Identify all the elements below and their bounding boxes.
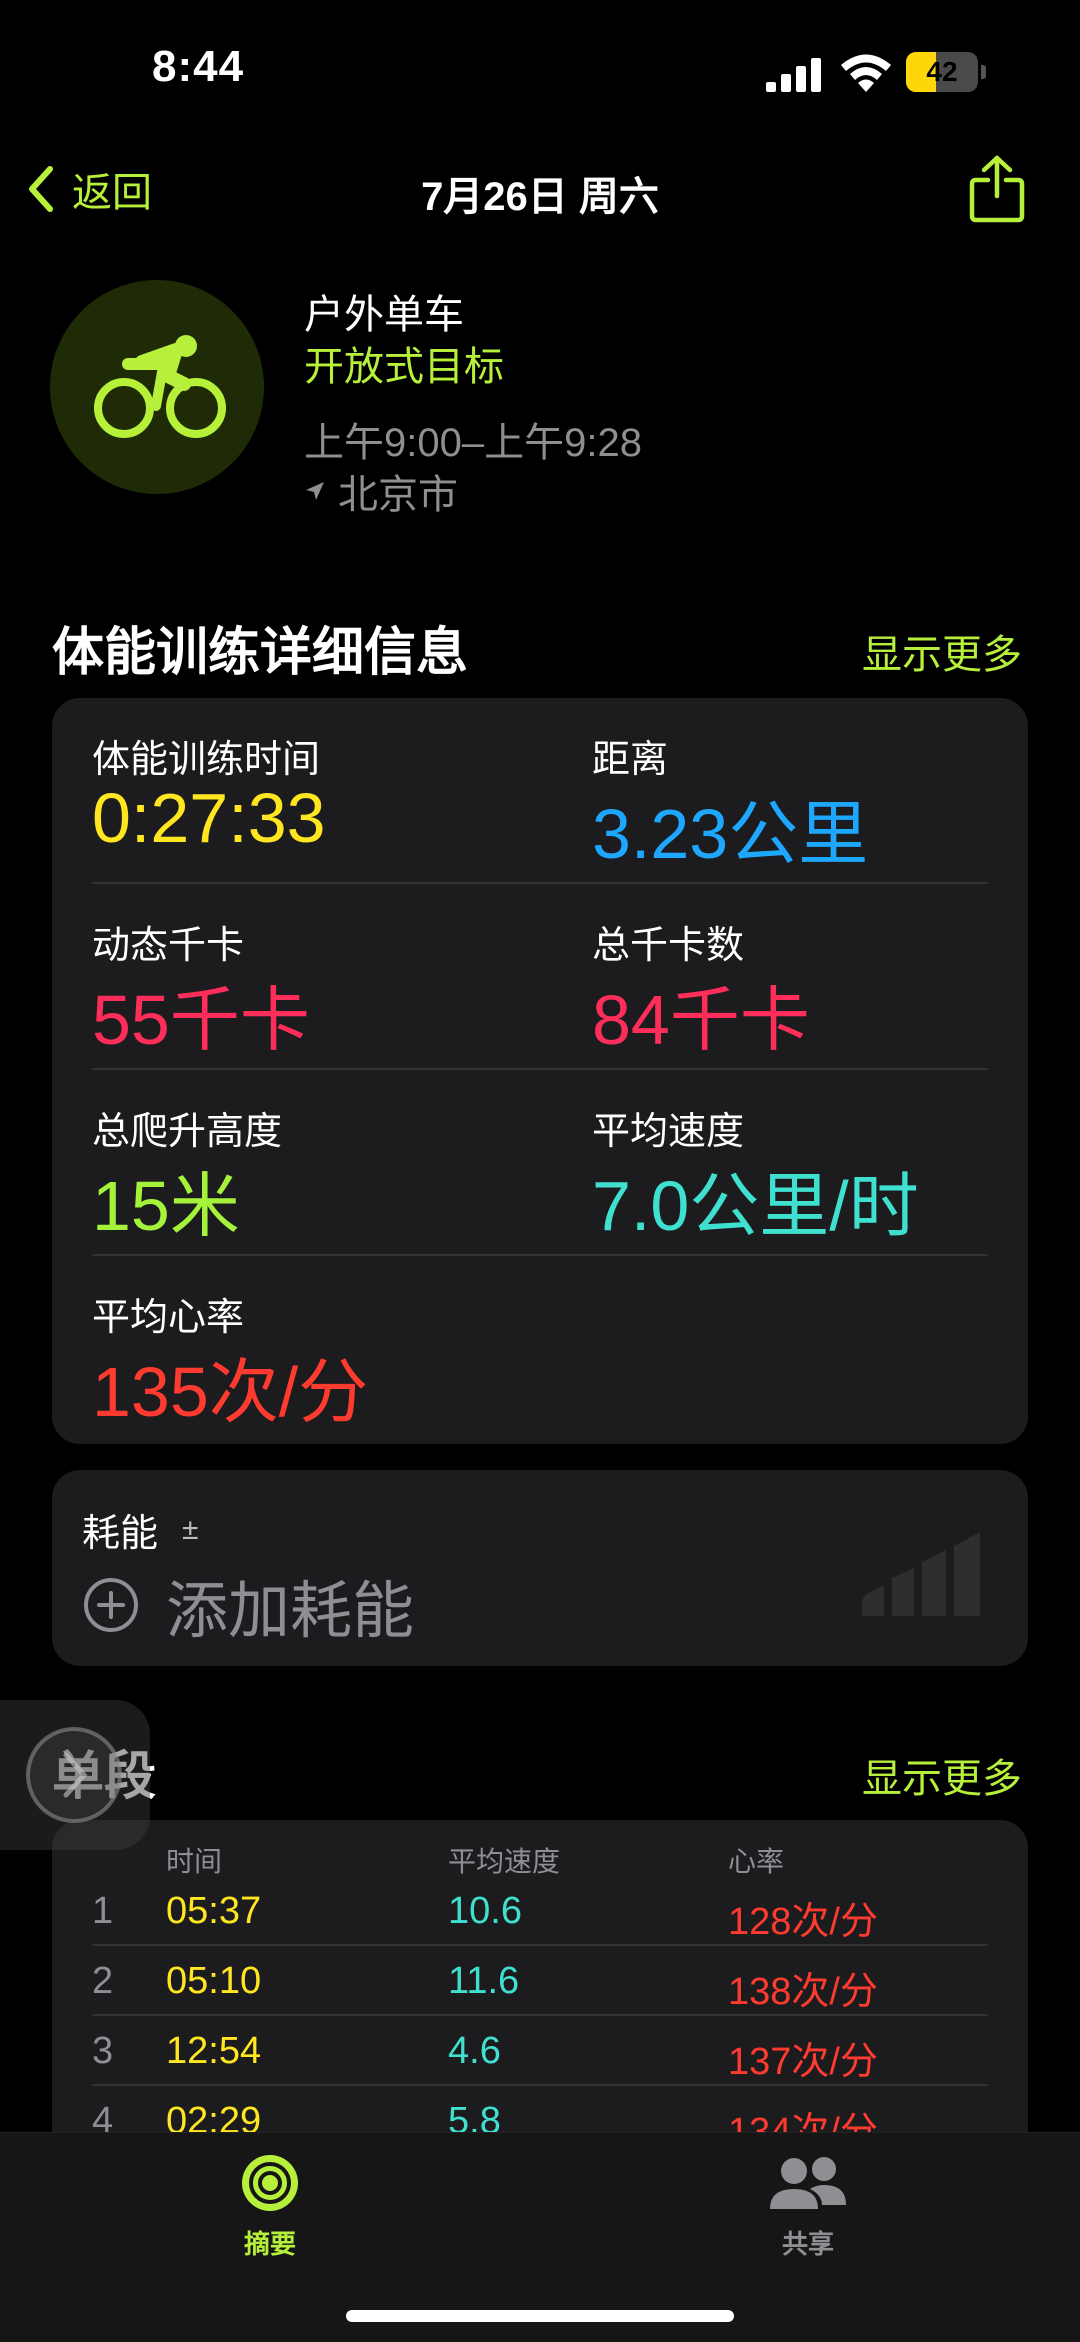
cycling-workout-icon	[50, 280, 264, 494]
active-kcal-label: 动态千卡	[92, 925, 245, 967]
add-effort-label: 添加耗能	[166, 1577, 415, 1646]
avg-hr-label: 平均心率	[92, 1297, 245, 1339]
people-icon	[770, 2157, 846, 2209]
lap-time: 05:10	[166, 1960, 262, 2002]
plus-minus-icon: ±	[182, 1512, 199, 1546]
effort-bars-icon	[862, 1532, 980, 1616]
lap-header-time: 时间	[166, 1846, 223, 1877]
add-circle-icon	[84, 1578, 138, 1632]
details-show-more-link[interactable]: 显示更多	[862, 622, 1022, 680]
workout-goal: 开放式目标	[304, 345, 504, 389]
tab-sharing-label: 共享	[781, 2229, 834, 2259]
workout-details-card: 体能训练时间 0:27:33 距离 3.23公里 动态千卡 55千卡 总千卡数 …	[52, 698, 1028, 1444]
lap-hr: 138次/分	[728, 1971, 878, 2013]
lap-time: 12:54	[166, 2030, 262, 2072]
lap-speed: 4.6	[448, 2030, 501, 2072]
share-icon[interactable]	[968, 154, 1026, 224]
battery-level: 42	[926, 56, 958, 87]
divider	[92, 2014, 988, 2016]
lap-header-speed: 平均速度	[448, 1846, 561, 1877]
home-indicator	[346, 2310, 734, 2322]
distance-label: 距离	[592, 739, 669, 781]
avg-hr-value: 135次/分	[92, 1353, 369, 1431]
lap-header-hr: 心率	[728, 1846, 785, 1877]
total-kcal-value: 84千卡	[592, 981, 810, 1059]
lap-hr: 128次/分	[728, 1901, 878, 1943]
lap-speed: 11.6	[448, 1960, 520, 2002]
elevation-value: 15米	[92, 1167, 240, 1245]
status-time: 8:44	[152, 42, 245, 91]
lap-index: 3	[92, 2030, 114, 2072]
duration-label: 体能训练时间	[92, 739, 321, 781]
divider	[92, 1944, 988, 1946]
wifi-icon	[841, 54, 891, 92]
effort-label: 耗能	[82, 1513, 159, 1555]
workout-type: 户外单车	[304, 293, 464, 337]
location-arrow-icon	[306, 482, 324, 500]
lap-hr: 137次/分	[728, 2041, 878, 2083]
location-label: 北京市	[338, 473, 458, 517]
battery-icon: 42	[906, 52, 986, 92]
divider	[92, 882, 988, 884]
duration-value: 0:27:33	[92, 779, 326, 857]
lap-time: 05:37	[166, 1890, 262, 1932]
add-effort-button[interactable]: 添加耗能	[82, 1560, 414, 1650]
divider	[92, 2084, 988, 2086]
tab-summary[interactable]: 摘要	[210, 2151, 330, 2261]
distance-value: 3.23公里	[592, 795, 869, 873]
tab-sharing[interactable]: 共享	[748, 2151, 868, 2261]
assistive-touch-button[interactable]	[0, 1700, 150, 1850]
divider	[92, 1068, 988, 1070]
elevation-label: 总爬升高度	[92, 1111, 283, 1153]
workout-time-range: 上午9:00–上午9:28	[304, 421, 642, 465]
total-kcal-label: 总千卡数	[592, 925, 745, 967]
laps-card: 时间 平均速度 心率 1 05:37 10.6 128次/分 2 05:10 1…	[52, 1820, 1028, 2160]
workout-location: 北京市	[304, 462, 458, 520]
active-kcal-value: 55千卡	[92, 981, 310, 1059]
avg-speed-label: 平均速度	[592, 1111, 745, 1153]
chevron-right-icon	[26, 1727, 122, 1823]
cellular-signal-icon	[766, 56, 822, 92]
lap-index: 2	[92, 1960, 114, 2002]
divider	[92, 1254, 988, 1256]
lap-index: 1	[92, 1890, 114, 1932]
lap-speed: 10.6	[448, 1890, 522, 1932]
avg-speed-value: 7.0公里/时	[592, 1167, 919, 1245]
activity-rings-icon	[242, 2155, 298, 2211]
details-section-title: 体能训练详细信息	[52, 624, 469, 682]
page-title: 7月26日 周六	[421, 175, 659, 219]
tab-summary-label: 摘要	[243, 2229, 296, 2259]
effort-card[interactable]: 耗能 ± 添加耗能	[52, 1470, 1028, 1666]
laps-show-more-link[interactable]: 显示更多	[862, 1746, 1022, 1804]
